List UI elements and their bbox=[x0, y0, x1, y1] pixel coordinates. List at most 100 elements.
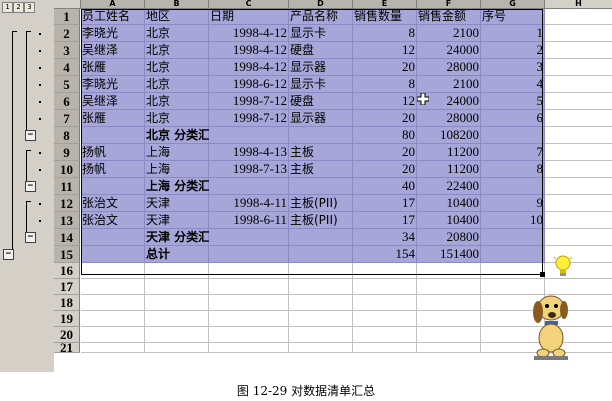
row-header-16[interactable]: 16 bbox=[54, 263, 80, 279]
cell-f10[interactable]: 11200 bbox=[417, 161, 481, 178]
cell-f3[interactable]: 24000 bbox=[417, 42, 481, 59]
cell-d9[interactable]: 主板 bbox=[289, 144, 353, 161]
cell-d3[interactable]: 硬盘 bbox=[289, 42, 353, 59]
column-header-f[interactable]: F bbox=[417, 0, 481, 9]
cell-a2[interactable]: 李晓光 bbox=[81, 25, 145, 42]
cell-c19[interactable] bbox=[209, 311, 289, 327]
outline-level-2-button[interactable]: 2 bbox=[13, 2, 24, 13]
cell-d14[interactable] bbox=[289, 229, 353, 246]
cell-e5[interactable]: 8 bbox=[353, 76, 417, 93]
cell-b2[interactable]: 北京 bbox=[145, 25, 209, 42]
cell-e6[interactable]: 12 bbox=[353, 93, 417, 110]
cell-h8[interactable] bbox=[545, 127, 612, 144]
row-header-7[interactable]: 7 bbox=[54, 110, 80, 127]
cell-c2[interactable]: 1998-4-12 bbox=[209, 25, 289, 42]
cell-b6[interactable]: 北京 bbox=[145, 93, 209, 110]
cell-c8[interactable] bbox=[209, 127, 289, 144]
cell-f5[interactable]: 2100 bbox=[417, 76, 481, 93]
cell-b20[interactable] bbox=[145, 327, 209, 343]
cell-e21[interactable] bbox=[353, 343, 417, 353]
cell-h6[interactable] bbox=[545, 93, 612, 110]
cell-h12[interactable] bbox=[545, 195, 612, 212]
cell-e7[interactable]: 20 bbox=[353, 110, 417, 127]
cell-c18[interactable] bbox=[209, 295, 289, 311]
cell-b8[interactable]: 北京 分类汇总 bbox=[145, 127, 222, 144]
cell-h14[interactable] bbox=[545, 229, 612, 246]
cell-d20[interactable] bbox=[289, 327, 353, 343]
cell-f13[interactable]: 10400 bbox=[417, 212, 481, 229]
cell-c21[interactable] bbox=[209, 343, 289, 353]
cell-f2[interactable]: 2100 bbox=[417, 25, 481, 42]
cell-g12[interactable]: 9 bbox=[481, 195, 545, 212]
cell-f20[interactable] bbox=[417, 327, 481, 343]
cell-d16[interactable] bbox=[289, 263, 353, 279]
cell-e17[interactable] bbox=[353, 279, 417, 295]
cell-c15[interactable] bbox=[209, 246, 289, 263]
cell-b13[interactable]: 天津 bbox=[145, 212, 209, 229]
cell-g5[interactable]: 4 bbox=[481, 76, 545, 93]
cell-b17[interactable] bbox=[145, 279, 209, 295]
cell-a9[interactable]: 扬帆 bbox=[81, 144, 145, 161]
cell-c12[interactable]: 1998-4-11 bbox=[209, 195, 289, 212]
cell-f4[interactable]: 28000 bbox=[417, 59, 481, 76]
cell-c11[interactable] bbox=[209, 178, 289, 195]
cell-h13[interactable] bbox=[545, 212, 612, 229]
cell-c1[interactable]: 日期 bbox=[209, 9, 289, 25]
cell-d21[interactable] bbox=[289, 343, 353, 353]
cell-d12[interactable]: 主板(PII) bbox=[289, 195, 353, 212]
cell-e16[interactable] bbox=[353, 263, 417, 279]
cell-d7[interactable]: 显示器 bbox=[289, 110, 353, 127]
cell-b7[interactable]: 北京 bbox=[145, 110, 209, 127]
cell-g9[interactable]: 7 bbox=[481, 144, 545, 161]
cell-d5[interactable]: 显示卡 bbox=[289, 76, 353, 93]
row-header-19[interactable]: 19 bbox=[54, 311, 80, 327]
column-header-d[interactable]: D bbox=[289, 0, 353, 9]
cell-c7[interactable]: 1998-7-12 bbox=[209, 110, 289, 127]
cell-g4[interactable]: 3 bbox=[481, 59, 545, 76]
cell-c5[interactable]: 1998-6-12 bbox=[209, 76, 289, 93]
column-header-h[interactable]: H bbox=[545, 0, 612, 9]
cell-e10[interactable]: 20 bbox=[353, 161, 417, 178]
cell-f7[interactable]: 28000 bbox=[417, 110, 481, 127]
cell-g14[interactable] bbox=[481, 229, 545, 246]
cell-a6[interactable]: 吴继泽 bbox=[81, 93, 145, 110]
cell-d2[interactable]: 显示卡 bbox=[289, 25, 353, 42]
cell-b19[interactable] bbox=[145, 311, 209, 327]
cell-e13[interactable]: 17 bbox=[353, 212, 417, 229]
cell-a20[interactable] bbox=[81, 327, 145, 343]
row-header-8[interactable]: 8 bbox=[54, 127, 80, 144]
cell-c6[interactable]: 1998-7-12 bbox=[209, 93, 289, 110]
cell-f11[interactable]: 22400 bbox=[417, 178, 481, 195]
cell-b1[interactable]: 地区 bbox=[145, 9, 209, 25]
row-header-5[interactable]: 5 bbox=[54, 76, 80, 93]
cell-a19[interactable] bbox=[81, 311, 145, 327]
outline-collapse-icon[interactable]: − bbox=[25, 181, 36, 192]
cell-c14[interactable] bbox=[209, 229, 289, 246]
cell-b5[interactable]: 北京 bbox=[145, 76, 209, 93]
row-header-17[interactable]: 17 bbox=[54, 279, 80, 295]
column-header-b[interactable]: B bbox=[145, 0, 209, 9]
cell-e11[interactable]: 40 bbox=[353, 178, 417, 195]
cell-e2[interactable]: 8 bbox=[353, 25, 417, 42]
select-all-corner[interactable] bbox=[54, 0, 81, 9]
cell-f8[interactable]: 108200 bbox=[417, 127, 481, 144]
row-header-15[interactable]: 15 bbox=[54, 246, 80, 263]
cell-b14[interactable]: 天津 分类汇总 bbox=[145, 229, 222, 246]
cell-h4[interactable] bbox=[545, 59, 612, 76]
cell-g16[interactable] bbox=[481, 263, 545, 279]
cell-a14[interactable] bbox=[81, 229, 145, 246]
cell-c9[interactable]: 1998-4-13 bbox=[209, 144, 289, 161]
row-header-1[interactable]: 1 bbox=[54, 9, 80, 25]
cell-a12[interactable]: 张治文 bbox=[81, 195, 145, 212]
cell-b15[interactable]: 总计 bbox=[145, 246, 209, 263]
cell-h9[interactable] bbox=[545, 144, 612, 161]
row-header-12[interactable]: 12 bbox=[54, 195, 80, 212]
cell-g11[interactable] bbox=[481, 178, 545, 195]
cell-d11[interactable] bbox=[289, 178, 353, 195]
cell-c13[interactable]: 1998-6-11 bbox=[209, 212, 289, 229]
row-header-14[interactable]: 14 bbox=[54, 229, 80, 246]
cell-h3[interactable] bbox=[545, 42, 612, 59]
cell-h7[interactable] bbox=[545, 110, 612, 127]
cell-a3[interactable]: 吴继泽 bbox=[81, 42, 145, 59]
cell-a13[interactable]: 张治文 bbox=[81, 212, 145, 229]
